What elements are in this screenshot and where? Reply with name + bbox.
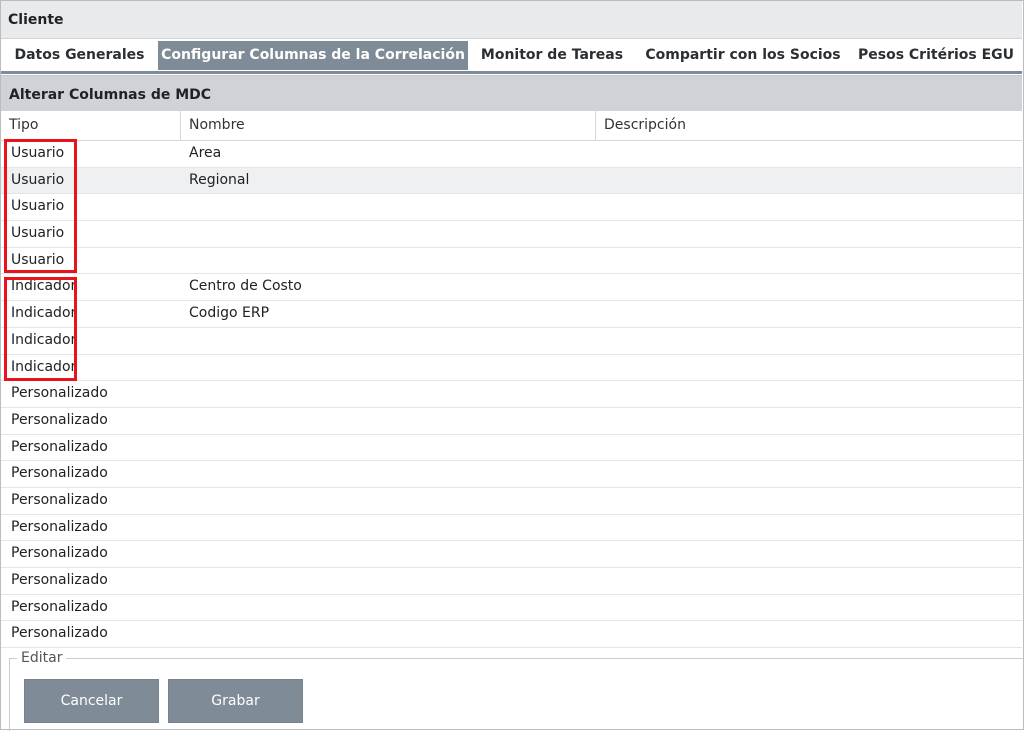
cell-tipo: Personalizado (11, 385, 108, 402)
tab-datos-generales[interactable]: Datos Generales (1, 41, 158, 70)
cell-tipo: Personalizado (11, 545, 108, 562)
table-row[interactable]: Personalizado (1, 568, 1022, 595)
tab-underline (1, 71, 1022, 74)
table-row[interactable]: Usuario (1, 221, 1022, 248)
cell-nombre: Area (189, 145, 222, 161)
table-row[interactable]: Personalizado (1, 381, 1022, 408)
window-title: Cliente (8, 12, 64, 28)
column-header-nombre[interactable]: Nombre (181, 111, 595, 140)
tab-compartir-socios[interactable]: Compartir con los Socios (636, 41, 850, 70)
cell-nombre: Centro de Costo (189, 278, 302, 295)
table-row[interactable]: Personalizado (1, 621, 1022, 649)
table-row[interactable]: Usuario (1, 194, 1022, 222)
cell-tipo: Personalizado (11, 465, 108, 482)
cell-tipo: Usuario (11, 171, 65, 188)
table-row[interactable]: Personalizado (1, 541, 1022, 568)
cell-tipo: Usuario (11, 225, 65, 242)
cell-tipo: Usuario (11, 145, 65, 161)
edit-group (9, 658, 1023, 731)
table-row[interactable]: Indicador Centro de Costo (1, 274, 1022, 302)
cell-tipo: Personalizado (11, 625, 108, 642)
cell-tipo: Personalizado (11, 598, 108, 615)
table-row[interactable]: Personalizado (1, 408, 1022, 435)
table-row[interactable]: Indicador Codigo ERP (1, 301, 1022, 328)
cell-nombre: Regional (189, 171, 250, 188)
column-header-descripcion[interactable]: Descripción (596, 111, 1022, 140)
table-row[interactable]: Personalizado (1, 488, 1022, 515)
cell-tipo: Usuario (11, 251, 65, 268)
table-row[interactable]: Indicador (1, 328, 1022, 355)
table-row[interactable]: Usuario Area (1, 141, 1022, 168)
table-row[interactable]: Personalizado (1, 515, 1022, 542)
tab-monitor-tareas[interactable]: Monitor de Tareas (468, 41, 636, 70)
section-header: Alterar Columnas de MDC (1, 75, 1022, 111)
table-row[interactable]: Personalizado (1, 435, 1022, 462)
cell-tipo: Personalizado (11, 411, 108, 428)
cell-tipo: Indicador (11, 331, 77, 348)
cell-tipo: Indicador (11, 305, 77, 322)
cell-tipo: Personalizado (11, 518, 108, 535)
table-row[interactable]: Indicador (1, 355, 1022, 382)
window-title-bar: Cliente (1, 1, 1022, 39)
table-row[interactable]: Usuario (1, 248, 1022, 275)
column-header-tipo[interactable]: Tipo (1, 111, 180, 140)
table-row[interactable]: Usuario Regional (1, 167, 1022, 195)
tab-bar: Datos Generales Configurar Columnas de l… (1, 39, 1022, 72)
cell-tipo: Usuario (11, 198, 65, 215)
cell-tipo: Personalizado (11, 438, 108, 455)
table-row[interactable]: Personalizado (1, 595, 1022, 622)
cancel-button[interactable]: Cancelar (24, 679, 159, 723)
cell-tipo: Personalizado (11, 491, 108, 508)
table-header: Tipo Nombre Descripción (1, 111, 1022, 141)
tab-configurar-columnas[interactable]: Configurar Columnas de la Correlación (158, 41, 468, 70)
edit-legend: Editar (17, 650, 67, 666)
table-body: Usuario Area Usuario Regional Usuario Usuario… (1, 141, 1022, 649)
section-title: Alterar Columnas de MDC (9, 87, 212, 103)
cell-tipo: Indicador (11, 358, 77, 375)
cell-tipo: Personalizado (11, 572, 108, 588)
save-button[interactable]: Grabar (168, 679, 303, 723)
table-row[interactable]: Personalizado (1, 461, 1022, 488)
tab-pesos-criterios[interactable]: Pesos Critérios EGU (850, 41, 1022, 70)
cell-tipo: Indicador (11, 278, 77, 295)
cell-nombre: Codigo ERP (189, 305, 270, 322)
